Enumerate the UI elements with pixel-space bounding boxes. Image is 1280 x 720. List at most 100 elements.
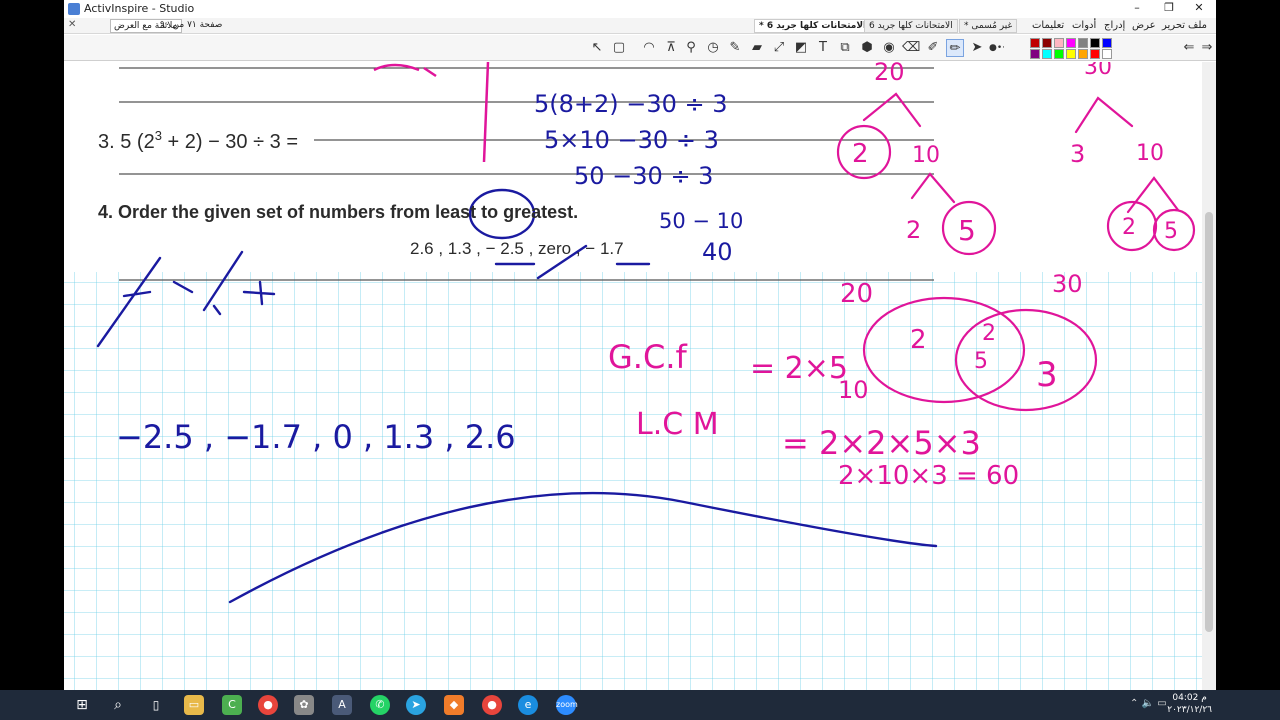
magic-ink-icon[interactable]: ✎ [726,39,744,57]
color-swatch[interactable] [1078,49,1088,59]
activinspire-window: ActivInspire - Studio – ❐ ✕ ✕ ملائمة مع … [64,0,1216,690]
search-icon[interactable]: ⌕ [108,695,128,715]
highlighter-icon[interactable]: ▰ [748,39,766,57]
color-swatch[interactable] [1042,49,1052,59]
device-icon[interactable]: ▯ [146,695,166,715]
step-1: 5(8+2) −30 ÷ 3 [534,90,728,118]
tray-icons[interactable]: ⌃ 🔈 ▭ [1130,698,1167,709]
menu-help[interactable]: تعليمات [1032,20,1064,31]
color-swatch[interactable] [1042,38,1052,48]
activinspire-icon[interactable]: A [332,695,352,715]
tab-doc-2[interactable]: الامتحانات كلها جريد 6 [864,19,958,33]
marquee-icon[interactable]: ▢ [610,39,628,57]
telegram-icon[interactable]: ➤ [406,695,426,715]
tree1-sub-left: 2 [906,216,921,244]
menu-file[interactable]: ملف [1188,20,1207,31]
camtasia-icon[interactable]: C [222,695,242,715]
color-swatch[interactable] [1090,49,1100,59]
gcf-result: 10 [838,376,869,404]
color-swatch[interactable] [1102,49,1112,59]
start-icon[interactable]: ⊞ [72,695,92,715]
color-swatch[interactable] [1066,49,1076,59]
clock-date: ٢٠٢٣/١٢/٢٦ [1167,705,1212,715]
tab-doc-3[interactable]: غير مُسمى * [959,19,1018,33]
menu-view[interactable]: عرض [1132,20,1156,31]
chrome-icon[interactable]: ● [258,695,278,715]
title-bar: ActivInspire - Studio – ❐ ✕ [64,0,1216,18]
lcm-value-2: 2×10×3 = 60 [838,461,1019,491]
color-swatch[interactable] [1030,38,1040,48]
venn-label-30: 30 [1052,270,1083,298]
gcf-value: = 2×5 [750,351,848,386]
paint-icon[interactable]: ✿ [294,695,314,715]
clock-icon[interactable]: ◷ [704,39,722,57]
fill-icon[interactable]: ⬢ [858,39,876,57]
lcm-value: = 2×2×5×3 [782,424,981,462]
maximize-button[interactable]: ❐ [1154,1,1184,17]
clock-time: 04:02 م [1172,693,1207,703]
menu-insert[interactable]: إدراج [1104,20,1125,31]
color-swatch[interactable] [1054,38,1064,48]
camera-icon[interactable]: ◉ [880,39,898,57]
page-counter: صفحة ٧١ من ٩٠ [160,20,223,30]
tab-doc-1[interactable]: الامتحانات كلها جريد 6 * [754,19,872,33]
zoom-icon[interactable]: zoom [556,695,578,715]
color-swatch[interactable] [1066,38,1076,48]
menu-tools[interactable]: أدوات [1072,20,1096,31]
shape-icon[interactable]: ◩ [792,39,810,57]
grid-background [64,272,1202,690]
color-swatch[interactable] [1090,38,1100,48]
venn-label-20: 20 [840,279,873,309]
file-explorer-icon[interactable]: ▭ [184,695,204,715]
lcm-label: L.C M [636,407,719,442]
undo-icon[interactable]: ⇐ [1180,39,1198,57]
app-logo-icon [68,3,80,15]
window-title: ActivInspire - Studio [84,2,195,15]
step-4: 50 − 10 [659,209,743,233]
final-answer: −2.5 , −1.7 , 0 , 1.3 , 2.6 [116,418,516,456]
marker-icon[interactable]: ✐ [924,39,942,57]
clock[interactable]: 04:02 م ٢٠٢٣/١٢/٢٦ [1167,692,1212,716]
pointer-icon[interactable]: ➤ [968,39,986,57]
question-3: 3. 5 (23 + 2) − 30 ÷ 3 = [98,128,298,153]
tree2-top: 30 [1084,62,1112,80]
tree2-left: 3 [1070,140,1085,168]
vertical-scrollbar[interactable] [1202,62,1216,690]
app-orange-icon[interactable]: ◆ [444,695,464,715]
color-swatch[interactable] [1030,49,1040,59]
pen-size-icon[interactable]: ●•· [988,39,1006,57]
menu-edit[interactable]: تحرير [1162,20,1185,31]
color-swatch[interactable] [1102,38,1112,48]
spotlight-icon[interactable]: ◠ [640,39,658,57]
protractor-icon[interactable]: ⚲ [682,39,700,57]
text-icon[interactable]: T [814,39,832,57]
tree2-right: 10 [1136,141,1164,166]
toolbar: ↖ ▢ ◠ ⊼ ⚲ ◷ ✎ ▰ ⤢ ◩ T ⧉ ⬢ ◉ ⌫ ✐ ✏ ➤ ●•· … [64,35,1216,61]
redo-icon[interactable]: ⇒ [1198,39,1216,57]
color-swatch[interactable] [1078,38,1088,48]
venn-shared-2: 2 [982,321,996,346]
tree1-right: 10 [912,143,940,168]
chrome-2-icon[interactable]: ● [482,695,502,715]
eraser-icon[interactable]: ⌫ [902,39,920,57]
close-doc-icon[interactable]: ✕ [68,19,76,30]
windows-taskbar: ⊞ ⌕ ▯ ▭ C ● ✿ A ✆ ➤ ◆ ● e zoom ⌃ 🔈 ▭ 04:… [0,690,1280,720]
connector-icon[interactable]: ⤢ [770,39,788,57]
scrollbar-thumb[interactable] [1205,212,1213,632]
menu-bar: ✕ ملائمة مع العرض صفحة ٧١ من ٩٠ الامتحان… [64,18,1216,34]
tree1-top: 20 [874,62,905,86]
pen-icon[interactable]: ✏ [946,39,964,57]
compass-icon[interactable]: ⊼ [662,39,680,57]
flipchart-canvas[interactable]: 5(8+2) −30 ÷ 3 5×10 −30 ÷ 3 50 −30 ÷ 3 5… [64,62,1202,690]
minimize-button[interactable]: – [1122,1,1152,17]
select-icon[interactable]: ↖ [588,39,606,57]
tree2-sub-right: 5 [1164,219,1178,244]
step-5: 40 [702,238,733,266]
step-2: 5×10 −30 ÷ 3 [544,126,719,154]
question-4-set: 2.6 , 1.3 , − 2.5 , zero , − 1.7 [410,239,624,258]
edge-icon[interactable]: e [518,695,538,715]
color-swatch[interactable] [1054,49,1064,59]
whatsapp-icon[interactable]: ✆ [370,695,390,715]
stamp-icon[interactable]: ⧉ [836,39,854,57]
close-button[interactable]: ✕ [1184,1,1214,17]
